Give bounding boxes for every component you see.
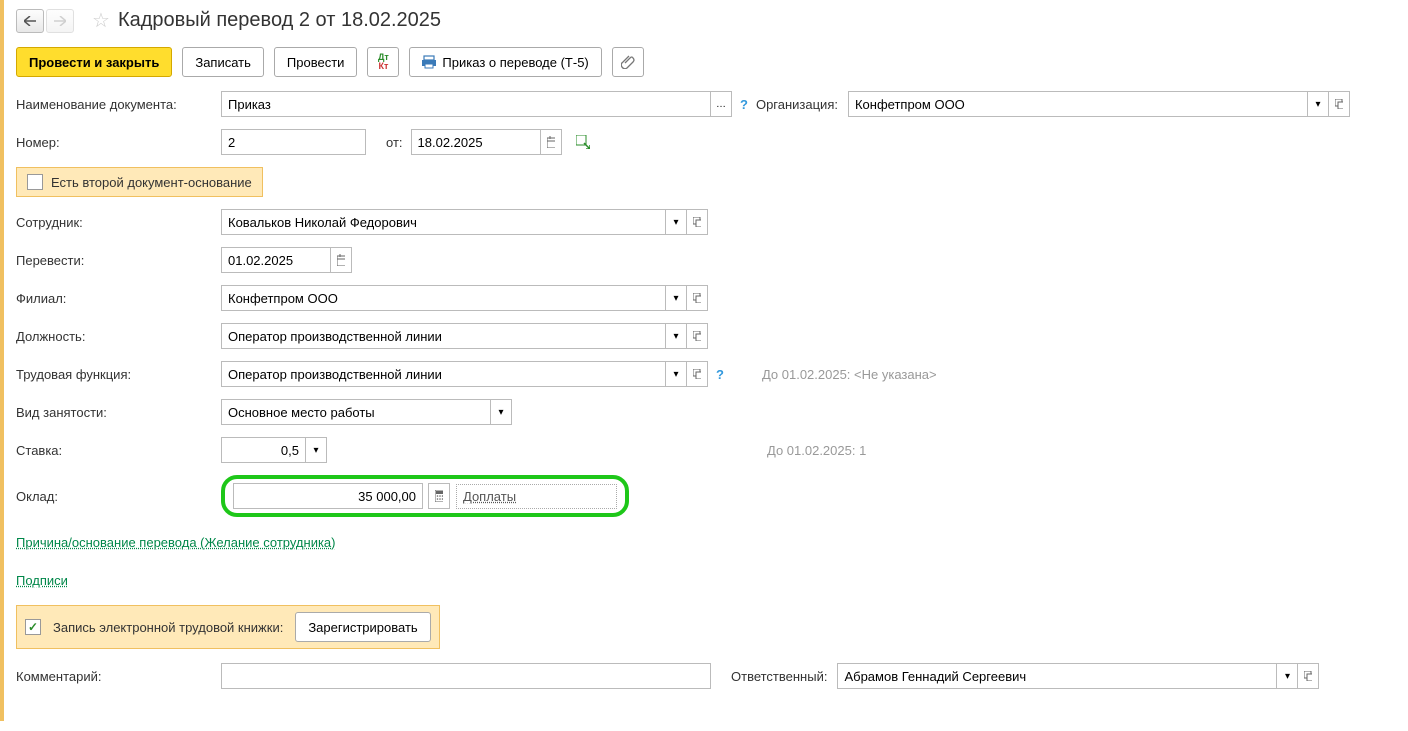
org-open-button[interactable] (1328, 91, 1350, 117)
transfer-reason-link[interactable]: Причина/основание перевода (Желание сотр… (16, 535, 336, 550)
paperclip-icon (621, 55, 635, 69)
branch-label: Филиал: (16, 291, 221, 306)
employee-dropdown-button[interactable]: ▾ (665, 209, 687, 235)
date-action-icon[interactable] (576, 135, 590, 149)
date-calendar-button[interactable] (540, 129, 562, 155)
dt-kt-icon: ДтКт (378, 53, 389, 71)
function-help-icon[interactable]: ? (716, 367, 724, 382)
number-label: Номер: (16, 135, 221, 150)
position-label: Должность: (16, 329, 221, 344)
function-dropdown-button[interactable]: ▾ (665, 361, 687, 387)
dt-kt-button[interactable]: ДтКт (367, 47, 399, 77)
position-open-button[interactable] (686, 323, 708, 349)
printer-icon (422, 55, 436, 69)
employment-dropdown-button[interactable]: ▾ (490, 399, 512, 425)
employee-open-button[interactable] (686, 209, 708, 235)
print-order-label: Приказ о переводе (Т-5) (442, 55, 588, 70)
comment-input[interactable] (221, 663, 711, 689)
transfer-label: Перевести: (16, 253, 221, 268)
second-basis-label: Есть второй документ-основание (51, 175, 252, 190)
page-title: Кадровый перевод 2 от 18.02.2025 (118, 9, 441, 32)
second-basis-checkbox[interactable] (27, 174, 43, 190)
rate-hint: До 01.02.2025: 1 (767, 443, 866, 458)
doc-name-label: Наименование документа: (16, 97, 221, 112)
post-and-close-button[interactable]: Провести и закрыть (16, 47, 172, 77)
second-basis-checkbox-wrap[interactable]: Есть второй документ-основание (16, 167, 263, 197)
etk-register-button[interactable]: Зарегистрировать (295, 612, 430, 642)
number-input[interactable] (221, 129, 366, 155)
responsible-input[interactable] (837, 663, 1277, 689)
etk-checkbox[interactable]: ✓ (25, 619, 41, 635)
org-input[interactable] (848, 91, 1308, 117)
salary-highlight: Доплаты (221, 475, 629, 517)
open-icon (693, 293, 701, 303)
employment-input[interactable] (221, 399, 491, 425)
employee-input[interactable] (221, 209, 666, 235)
function-label: Трудовая функция: (16, 367, 221, 382)
etk-section: ✓ Запись электронной трудовой книжки: За… (16, 605, 440, 649)
position-input[interactable] (221, 323, 666, 349)
save-button[interactable]: Записать (182, 47, 264, 77)
date-input[interactable] (411, 129, 541, 155)
salary-calc-button[interactable] (428, 483, 450, 509)
favorite-star-icon[interactable]: ☆ (92, 8, 110, 33)
open-icon (693, 331, 701, 341)
rate-dropdown-button[interactable]: ▾ (305, 437, 327, 463)
open-icon (1304, 671, 1312, 681)
nav-back-button[interactable] (16, 9, 44, 33)
open-icon (693, 217, 701, 227)
doc-name-input[interactable] (221, 91, 711, 117)
employee-label: Сотрудник: (16, 215, 221, 230)
doc-name-ellipsis-button[interactable]: … (710, 91, 732, 117)
signatures-link[interactable]: Подписи (16, 573, 68, 588)
org-dropdown-button[interactable]: ▾ (1307, 91, 1329, 117)
calculator-icon (435, 490, 443, 502)
open-icon (693, 369, 701, 379)
salary-input[interactable] (233, 483, 423, 509)
rate-input[interactable] (221, 437, 306, 463)
function-input[interactable] (221, 361, 666, 387)
position-dropdown-button[interactable]: ▾ (665, 323, 687, 349)
responsible-label: Ответственный: (731, 669, 827, 684)
from-label: от: (386, 135, 403, 150)
comment-label: Комментарий: (16, 669, 221, 684)
post-button[interactable]: Провести (274, 47, 358, 77)
nav-forward-button (46, 9, 74, 33)
doc-name-help-icon[interactable]: ? (740, 97, 748, 112)
transfer-calendar-button[interactable] (330, 247, 352, 273)
transfer-date-input[interactable] (221, 247, 331, 273)
responsible-dropdown-button[interactable]: ▾ (1276, 663, 1298, 689)
etk-label: Запись электронной трудовой книжки: (53, 620, 283, 635)
attachment-button[interactable] (612, 47, 644, 77)
employment-label: Вид занятости: (16, 405, 221, 420)
salary-label: Оклад: (16, 489, 221, 504)
branch-open-button[interactable] (686, 285, 708, 311)
arrow-right-icon (54, 16, 66, 26)
print-order-button[interactable]: Приказ о переводе (Т-5) (409, 47, 601, 77)
addpay-link[interactable]: Доплаты (456, 484, 617, 509)
responsible-open-button[interactable] (1297, 663, 1319, 689)
function-hint: До 01.02.2025: <Не указана> (762, 367, 937, 382)
calendar-icon (547, 136, 555, 148)
function-open-button[interactable] (686, 361, 708, 387)
open-icon (1335, 99, 1343, 109)
calendar-icon (337, 254, 345, 266)
rate-label: Ставка: (16, 443, 221, 458)
arrow-left-icon (24, 16, 36, 26)
branch-input[interactable] (221, 285, 666, 311)
branch-dropdown-button[interactable]: ▾ (665, 285, 687, 311)
org-label: Организация: (756, 97, 838, 112)
